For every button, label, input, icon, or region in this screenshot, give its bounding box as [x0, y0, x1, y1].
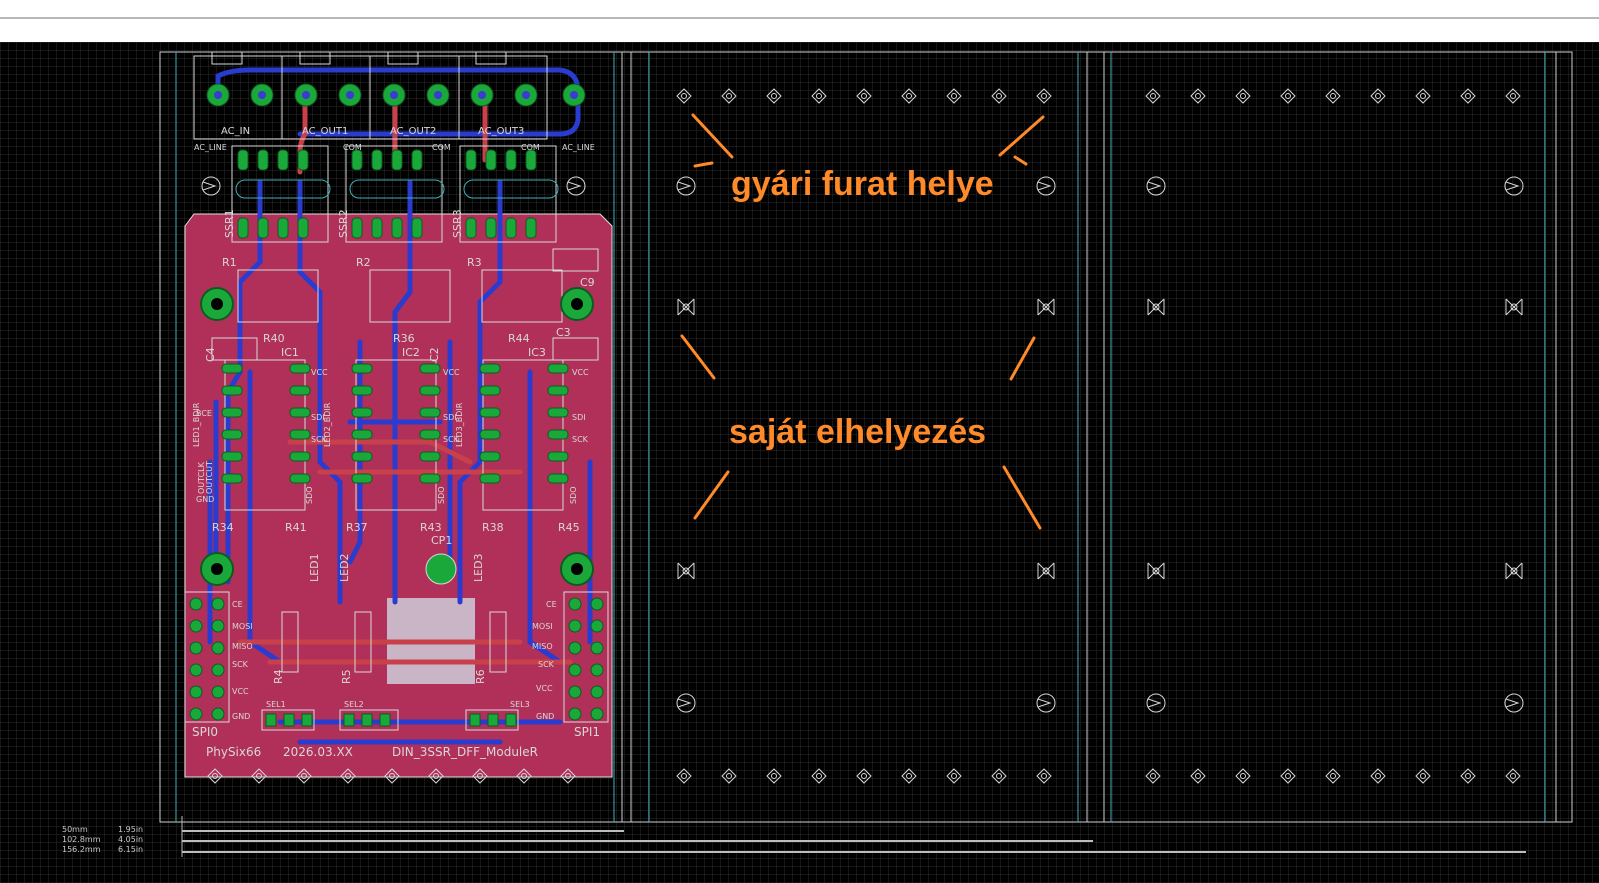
ref-r36: R36	[393, 332, 415, 345]
ref-ic1: IC1	[281, 346, 299, 359]
relay-label-ssr3: SSR3	[451, 209, 464, 238]
toolbar-separator	[0, 17, 1599, 19]
pin-label-gnd: GND	[196, 495, 214, 504]
terminal-pads	[206, 83, 586, 107]
ref-r41: R41	[285, 521, 307, 534]
connector-label-ac-out2: AC_OUT2	[390, 126, 436, 137]
ref-r6: R6	[474, 669, 487, 684]
annotation-text-factory-hole: gyári furat helye	[731, 165, 994, 203]
ref-sel1: SEL1	[266, 700, 286, 709]
footer-date: 2026.03.XX	[283, 745, 353, 759]
measure-in-3: 6.15in	[118, 845, 143, 854]
ref-r38: R38	[482, 521, 504, 534]
ref-c4: C4	[204, 347, 217, 362]
pin-label-vcc-1: VCC	[311, 368, 328, 377]
ref-r37: R37	[346, 521, 368, 534]
spi-right-sck: SCK	[538, 660, 555, 669]
ref-r43: R43	[420, 521, 442, 534]
capacitor-cp1	[425, 553, 457, 585]
pin-label-vcc-3: VCC	[572, 368, 589, 377]
ref-spi1: SPI1	[574, 725, 600, 739]
measure-mm-3: 156.2mm	[62, 845, 101, 854]
spi-left-ce: CE	[232, 600, 243, 609]
spi-left-miso: MISO	[232, 642, 253, 651]
spi-right-gnd: GND	[536, 712, 554, 721]
spi-left-mosi: MOSI	[232, 622, 253, 631]
spi-left-gnd: GND	[232, 712, 250, 721]
ref-cp1: CP1	[431, 534, 452, 547]
ref-c9: C9	[580, 276, 595, 289]
annotation-text-own-placement: saját elhelyezés	[729, 413, 986, 451]
pcb-editor-view[interactable]: AC_IN AC_OUT1 AC_OUT2 AC_OUT3 AC_LINE CO…	[0, 42, 1599, 883]
pin-label-sdo-2: SDO	[437, 486, 446, 504]
terminal-label-ac-line-right: AC_LINE	[562, 143, 595, 152]
led3-bdir-label: LED3_BDIR	[455, 402, 464, 447]
spi-left-vcc: VCC	[232, 687, 249, 696]
ref-ic2: IC2	[402, 346, 420, 359]
pcb-canvas[interactable]: AC_IN AC_OUT1 AC_OUT2 AC_OUT3 AC_LINE CO…	[0, 42, 1599, 883]
pin-label-sdi-3: SDI	[572, 413, 586, 422]
relay-label-ssr1: SSR1	[223, 209, 236, 238]
ref-r4: R4	[272, 669, 285, 684]
ref-sel2: SEL2	[344, 700, 364, 709]
ref-led1: LED1	[308, 553, 321, 582]
connector-label-ac-out3: AC_OUT3	[478, 126, 524, 137]
ref-led2: LED2	[338, 553, 351, 582]
ref-r44: R44	[508, 332, 530, 345]
connector-label-ac-in: AC_IN	[221, 126, 250, 137]
connector-label-ac-out1: AC_OUT1	[302, 126, 348, 137]
terminal-label-ac-line-left: AC_LINE	[194, 143, 227, 152]
pin-label-vcc-2: VCC	[443, 368, 460, 377]
ref-r1: R1	[222, 256, 237, 269]
ref-c2: C2	[428, 347, 441, 362]
toolbar	[0, 0, 1599, 43]
ref-c3: C3	[556, 326, 571, 339]
measure-in-2: 4.05in	[118, 835, 143, 844]
ref-ic3: IC3	[528, 346, 546, 359]
footer-module-name: DIN_3SSR_DFF_ModuleR	[392, 745, 538, 759]
pin-label-sck-3: SCK	[572, 435, 589, 444]
terminal-label-com-2: COM	[432, 143, 451, 152]
ref-sel3: SEL3	[510, 700, 530, 709]
terminal-label-com-3: COM	[521, 143, 540, 152]
pin-label-sdo-3: SDO	[569, 486, 578, 504]
ref-r2: R2	[356, 256, 371, 269]
ref-r3: R3	[467, 256, 482, 269]
led2-bdir-label: LED2_BDIR	[323, 402, 332, 447]
measure-mm-1: 50mm	[62, 825, 88, 834]
pin-label-outcut: OUTCUT	[205, 461, 214, 494]
spi-left-sck: SCK	[232, 660, 249, 669]
led1-bdir-label: LED1_BDIR	[192, 402, 201, 447]
terminal-label-com-1: COM	[343, 143, 362, 152]
spi-right-mosi: MOSI	[532, 622, 553, 631]
footer-author: PhySix66	[206, 745, 261, 759]
pin-label-sdo-1: SDO	[305, 486, 314, 504]
relay-label-ssr2: SSR2	[337, 209, 350, 238]
ref-led3: LED3	[472, 553, 485, 582]
ref-r5: R5	[340, 669, 353, 684]
measure-in-1: 1.95in	[118, 825, 143, 834]
ref-r45: R45	[558, 521, 580, 534]
spi-right-ce: CE	[546, 600, 557, 609]
spi-right-miso: MISO	[532, 642, 553, 651]
ref-spi0: SPI0	[192, 725, 218, 739]
measure-mm-2: 102.8mm	[62, 835, 101, 844]
spi-right-vcc: VCC	[536, 684, 553, 693]
ref-r34: R34	[212, 521, 234, 534]
ref-r40: R40	[263, 332, 285, 345]
